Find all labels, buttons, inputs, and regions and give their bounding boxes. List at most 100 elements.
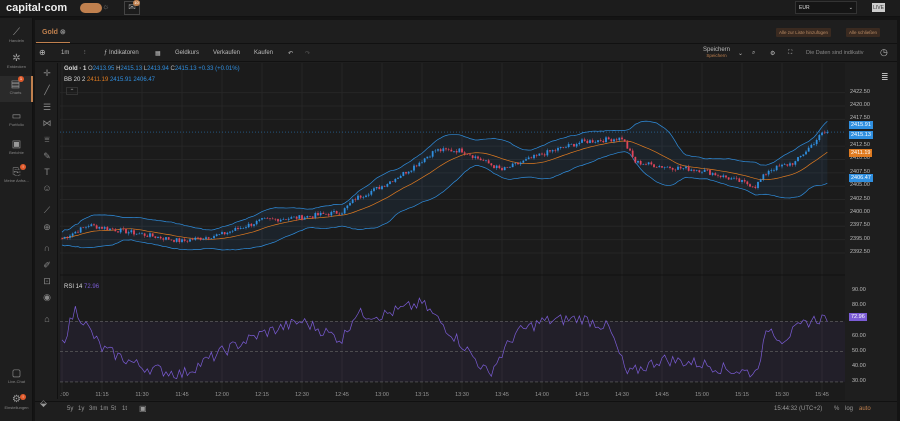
currency-select[interactable]: EUR ⌄ xyxy=(795,1,857,14)
sidebar-item-2[interactable]: ▤ Charts 1 xyxy=(0,76,33,102)
candle-body xyxy=(311,216,314,218)
logo[interactable]: capital·com xyxy=(6,2,67,14)
interval-button[interactable]: 1m xyxy=(61,50,69,56)
text-icon[interactable]: T xyxy=(36,167,58,177)
collapse-tools-icon[interactable]: ⬙ xyxy=(40,398,47,409)
close-all-button[interactable]: Alle schließen xyxy=(846,28,881,37)
live-mode-badge[interactable]: LIVE xyxy=(872,3,885,12)
candle-body xyxy=(605,137,607,143)
add-symbol-icon[interactable]: ⊕ xyxy=(39,48,46,57)
add-all-to-list-button[interactable]: Alle zur Liste hinzufügen xyxy=(776,28,832,37)
clock-icon[interactable]: ◷ xyxy=(880,47,888,58)
candle-body xyxy=(741,180,743,182)
bid-button[interactable]: Geldkurs xyxy=(175,50,199,56)
log-toggle[interactable]: log xyxy=(845,406,853,412)
indicators-button[interactable]: ƒ Indikatoren xyxy=(104,50,139,56)
candle-body xyxy=(618,137,621,141)
candle-body xyxy=(74,231,77,234)
auto-toggle[interactable]: auto xyxy=(859,406,871,412)
price-chart[interactable]: 11:00 11:15 11:30 11:45 12:00 12:15 12:30 12:45… xyxy=(55,63,845,400)
trash-icon[interactable]: ⌂ xyxy=(36,314,58,324)
buy-button[interactable]: Kaufen xyxy=(254,50,273,56)
candle-body xyxy=(354,199,357,200)
candle-body xyxy=(767,170,770,175)
candle-body xyxy=(378,186,381,190)
trendline-icon[interactable]: ╱ xyxy=(36,85,58,96)
candle-body xyxy=(607,137,610,140)
list-icon[interactable]: ≣ xyxy=(881,72,889,83)
price-label-last: 2415.13 xyxy=(849,131,873,140)
snapshot-icon[interactable]: ⌕ xyxy=(752,50,755,57)
sidebar-item-3[interactable]: ▭ Portfolio xyxy=(0,108,33,134)
undo-icon[interactable]: ↶ xyxy=(288,50,293,57)
theme-toggle[interactable] xyxy=(80,3,102,13)
settings-icon[interactable]: ⚙ xyxy=(770,50,775,57)
candle-body xyxy=(629,148,631,151)
candle-body xyxy=(573,144,575,147)
candle-body xyxy=(666,166,669,168)
range-5t-button[interactable]: 5t xyxy=(111,406,116,412)
range-3m-button[interactable]: 3m xyxy=(89,406,97,412)
ruler-icon[interactable]: ⟋ xyxy=(36,205,58,216)
close-icon[interactable]: ⊗ xyxy=(60,29,66,36)
rsi-tick-label: 50.00 xyxy=(852,347,866,354)
range-1m-button[interactable]: 1m xyxy=(100,406,108,412)
sidebar-item-label: Entdecken xyxy=(7,64,26,69)
tab-gold[interactable]: Gold ⊗ xyxy=(42,28,66,36)
candle-body xyxy=(149,233,151,237)
brush-icon[interactable]: ✎ xyxy=(36,151,58,162)
candle-body xyxy=(394,178,397,182)
candle-body xyxy=(106,227,109,231)
zoom-in-icon[interactable]: ⊕ xyxy=(36,222,58,233)
candle-body xyxy=(610,139,613,142)
save-button[interactable]: Speichern Speichern xyxy=(703,47,730,59)
fullscreen-icon[interactable]: ⛶ xyxy=(788,50,792,57)
horizontal-lines-icon[interactable]: ☰ xyxy=(36,102,58,113)
x-tick-label: 13:00 xyxy=(375,392,389,398)
lock-icon[interactable]: ⊡ xyxy=(36,276,58,287)
candle-body xyxy=(277,219,279,222)
candle-type-icon[interactable]: ⫶ xyxy=(84,50,86,57)
candle-body xyxy=(423,158,426,163)
candle-body xyxy=(359,195,362,198)
candle-body xyxy=(575,144,578,147)
candle-body xyxy=(250,223,253,226)
notification-badge: 1 xyxy=(18,76,24,82)
range-1y-button[interactable]: 1y xyxy=(78,406,84,412)
rsi-tick-label: 30.00 xyxy=(852,377,866,384)
chevron-down-icon[interactable]: ⌄ xyxy=(738,50,743,57)
candle-body xyxy=(258,219,261,221)
range-1t-button[interactable]: 1t xyxy=(122,406,127,412)
sun-icon[interactable]: ☼ xyxy=(102,2,109,11)
crosshair-icon[interactable]: ✛ xyxy=(36,68,58,79)
candle-body xyxy=(639,160,642,165)
clock-readout[interactable]: 15:44:32 (UTC+2) xyxy=(774,406,822,412)
candle-body xyxy=(127,232,130,234)
candle-body xyxy=(93,224,95,226)
sidebar-item-0[interactable]: ⟋ Handeln xyxy=(0,24,33,50)
collapse-legend-button[interactable]: ⌃ xyxy=(66,87,78,95)
candle-body xyxy=(399,175,402,178)
rsi-tick-label: 40.00 xyxy=(852,362,866,369)
redo-icon[interactable]: ↷ xyxy=(305,50,310,57)
candle-body xyxy=(533,154,535,159)
fib-icon[interactable]: ⩸ xyxy=(36,134,58,145)
sidebar-item-5[interactable]: ⎘ Meine Anfra...! xyxy=(0,164,33,190)
lock-drawing-icon[interactable]: ✐ xyxy=(36,260,58,271)
sidebar-item-1[interactable]: ✲ Entdecken xyxy=(0,50,33,76)
eye-icon[interactable]: ◉ xyxy=(36,292,58,303)
candle-body xyxy=(365,195,367,198)
emoji-icon[interactable]: ☺ xyxy=(36,183,58,193)
sidebar-item-4[interactable]: ▣ Berichte xyxy=(0,136,33,162)
magnet-icon[interactable]: ∩ xyxy=(36,243,58,253)
sidebar-bottom-0[interactable]: ▢ Live-Chat xyxy=(0,368,33,392)
layout-icon[interactable]: ▦ xyxy=(155,50,161,57)
percent-toggle[interactable]: % xyxy=(834,406,839,412)
chart-area[interactable]: 11:00 11:15 11:30 11:45 12:00 12:15 12:30 12:45… xyxy=(55,63,845,400)
candle-body xyxy=(818,135,821,141)
pattern-icon[interactable]: ⋈ xyxy=(36,118,58,129)
sidebar-bottom-1[interactable]: ⚙ Einstellungen! xyxy=(0,394,33,418)
calendar-icon[interactable]: ▣ xyxy=(139,404,147,413)
range-5y-button[interactable]: 5y xyxy=(67,406,73,412)
sell-button[interactable]: Verkaufen xyxy=(213,50,240,56)
